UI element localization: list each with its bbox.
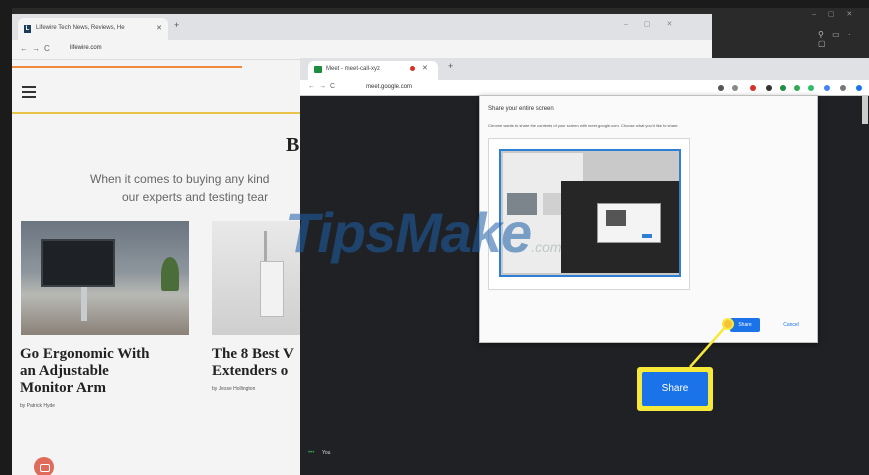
meet-url-field[interactable]: meet.google.com <box>366 84 412 90</box>
back-omnibox: ←→C lifewire.com <box>12 40 712 60</box>
star-icon[interactable] <box>732 85 738 91</box>
os-toolbar-icons[interactable]: ⚲ ▭ · ▢ <box>818 30 869 48</box>
recording-dot-icon <box>410 66 415 71</box>
extension-icon[interactable] <box>766 85 772 91</box>
participant-label: You <box>322 450 331 456</box>
extension-icon[interactable] <box>808 85 814 91</box>
meet-favicon-icon <box>314 66 322 73</box>
camera-icon[interactable] <box>718 85 724 91</box>
meet-omnibox: ←→C meet.google.com <box>300 80 869 96</box>
back-window-controls[interactable]: –▢✕ <box>624 20 688 28</box>
profile-icon[interactable] <box>856 85 862 91</box>
page-headline: B <box>286 134 300 156</box>
lifewire-favicon-icon: L <box>24 25 31 33</box>
dialog-description: Chrome wants to share the contents of yo… <box>488 123 679 128</box>
close-tab-icon[interactable]: ✕ <box>422 64 428 72</box>
progress-bar <box>12 66 242 68</box>
card-byline[interactable]: by Jesse Hollington <box>212 386 255 392</box>
card-title-extenders[interactable]: The 8 Best V Extenders o <box>212 346 294 380</box>
back-url-field[interactable]: lifewire.com <box>70 45 102 51</box>
nav-arrows-icon[interactable]: ←→C <box>308 83 339 90</box>
meet-tab-title: Meet - meet-call-xyz <box>326 66 381 72</box>
close-tab-icon[interactable]: ✕ <box>156 24 162 32</box>
os-window-controls[interactable]: – ▢ ✕ <box>812 10 857 18</box>
intro-text-line2: our experts and testing tear <box>122 190 269 204</box>
back-tab-lifewire[interactable]: L Lifewire Tech News, Reviews, He ✕ <box>18 18 168 40</box>
new-tab-icon[interactable]: + <box>448 61 453 71</box>
share-button[interactable]: Share <box>642 372 708 406</box>
extension-icon[interactable] <box>794 85 800 91</box>
dialog-share-button[interactable]: Share <box>730 318 760 332</box>
dialog-cancel-button[interactable]: Cancel <box>776 318 806 332</box>
highlighted-share-button[interactable]: Share <box>637 367 713 411</box>
front-tab-strip: Meet - meet-call-xyz ✕ + <box>300 58 869 80</box>
meet-tab[interactable]: Meet - meet-call-xyz ✕ <box>308 61 438 80</box>
extension-icon[interactable] <box>750 85 756 91</box>
extension-icon[interactable] <box>824 85 830 91</box>
extension-icon[interactable] <box>780 85 786 91</box>
extension-icon[interactable] <box>840 85 846 91</box>
audio-indicator-icon: ••• <box>308 450 315 456</box>
intro-text-line1: When it comes to buying any kind <box>90 172 270 186</box>
back-tab-strip: L Lifewire Tech News, Reviews, He ✕ + –▢… <box>12 14 712 40</box>
new-tab-icon[interactable]: + <box>174 20 179 30</box>
monitor-arm-photo[interactable] <box>21 221 189 335</box>
scrollbar[interactable] <box>862 96 868 124</box>
chat-fab-icon[interactable] <box>34 457 54 475</box>
card-title-monitor-arm[interactable]: Go Ergonomic With an Adjustable Monitor … <box>20 346 149 397</box>
screenshot: L Lifewire Tech News, Reviews, He ✕ + –▢… <box>0 0 869 475</box>
back-tab-title: Lifewire Tech News, Reviews, He <box>36 25 125 31</box>
nav-arrows-icon[interactable]: ←→C <box>20 44 54 53</box>
dialog-title: Share your entire screen <box>488 106 554 112</box>
watermark-logo: TipsMake.com <box>285 201 562 264</box>
card-byline[interactable]: by Patrick Hyde <box>20 403 55 409</box>
menu-icon[interactable] <box>22 86 36 98</box>
